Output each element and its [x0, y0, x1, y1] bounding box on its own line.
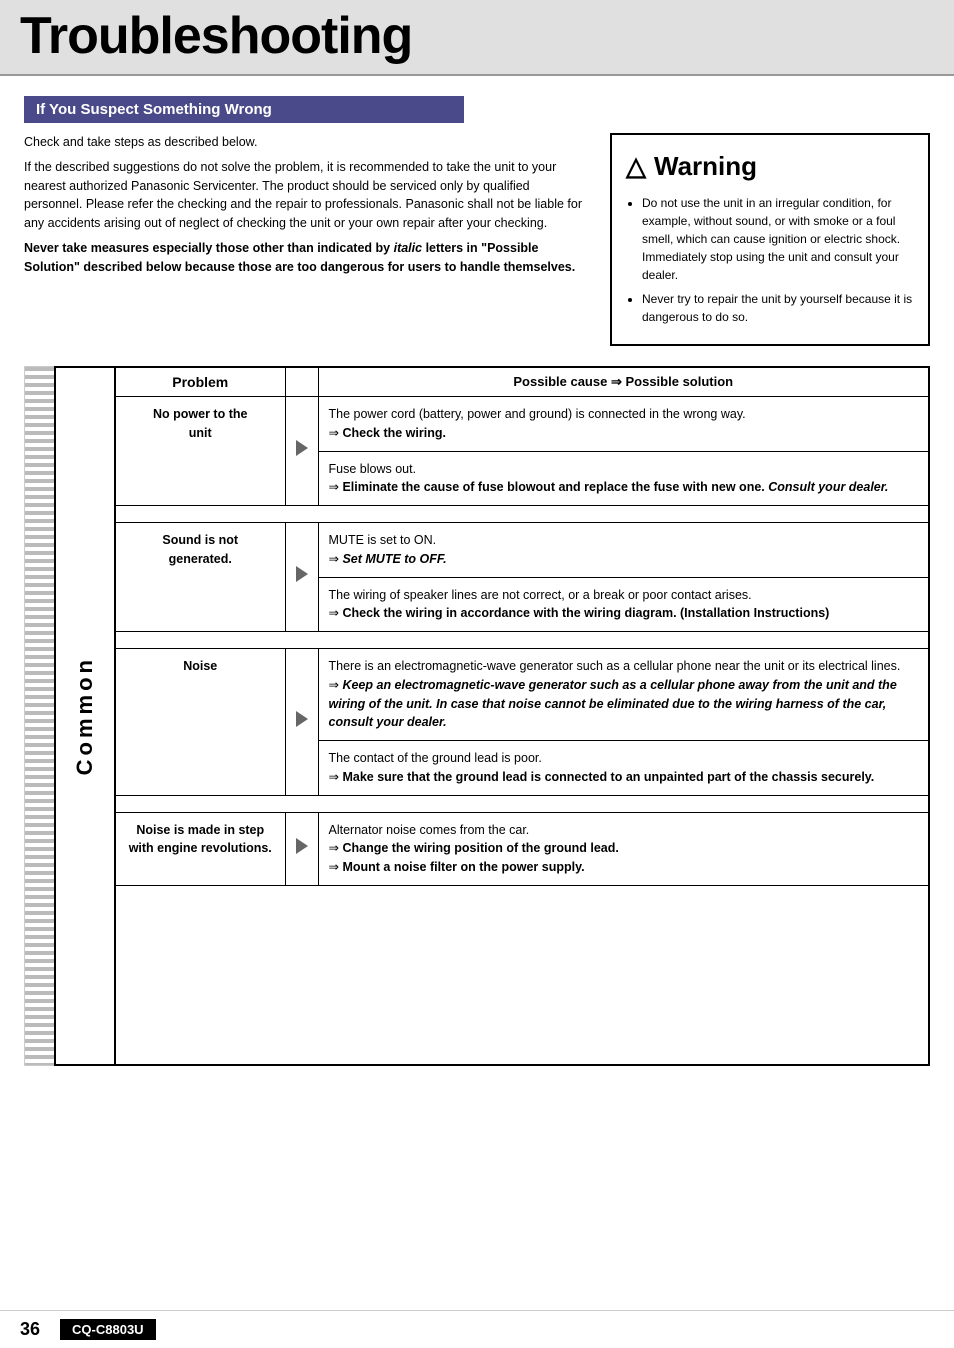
- model-badge: CQ-C8803U: [60, 1319, 156, 1340]
- warning-box: △ Warning Do not use the unit in an irre…: [610, 133, 930, 346]
- th-spacer: [285, 367, 318, 397]
- solution-line2: ⇒ Mount a noise filter on the power supp…: [329, 858, 919, 877]
- page-header: Troubleshooting: [0, 0, 954, 76]
- solution-text: ⇒ Eliminate the cause of fuse blowout an…: [329, 478, 919, 497]
- spacer-cell: [115, 632, 929, 649]
- cause-text: The contact of the ground lead is poor.: [329, 749, 919, 768]
- solution-no-sound-1: MUTE is set to ON. ⇒ Set MUTE to OFF.: [318, 523, 929, 578]
- arrow-no-power: [285, 397, 318, 506]
- table-row: Sound is notgenerated. MUTE is set to ON…: [115, 523, 929, 578]
- spacer-row: [115, 506, 929, 523]
- bottom-spacer: [115, 885, 929, 1065]
- solution-engine-noise: Alternator noise comes from the car. ⇒ C…: [318, 812, 929, 885]
- th-solution-label: Possible solution: [625, 374, 733, 389]
- spacer-row: [115, 632, 929, 649]
- arrow-icon: [296, 566, 308, 582]
- th-solution: Possible cause ⇒ Possible solution: [318, 367, 929, 397]
- warning-list: Do not use the unit in an irregular cond…: [626, 194, 914, 326]
- warning-item-2: Never try to repair the unit by yourself…: [642, 290, 914, 326]
- solution-no-power-2: Fuse blows out. ⇒ Eliminate the cause of…: [318, 451, 929, 506]
- table-row: Noise is made in step with engine revolu…: [115, 812, 929, 885]
- solution-noise-1: There is an electromagnetic-wave generat…: [318, 649, 929, 741]
- solution-text: ⇒ Check the wiring in accordance with th…: [329, 604, 919, 623]
- intro-bold-warning: Never take measures especially those oth…: [24, 239, 590, 277]
- spacer-row: [115, 795, 929, 812]
- section-heading: If You Suspect Something Wrong: [24, 96, 464, 123]
- problem-noise: Noise: [115, 649, 285, 796]
- common-label: Common: [72, 656, 98, 775]
- cause-text: Alternator noise comes from the car.: [329, 821, 919, 840]
- spacer-cell: [115, 506, 929, 523]
- intro-text: Check and take steps as described below.…: [24, 133, 590, 346]
- solution-text: ⇒ Check the wiring.: [329, 424, 919, 443]
- main-content: If You Suspect Something Wrong Check and…: [0, 76, 954, 1086]
- th-arrow: ⇒: [611, 374, 626, 389]
- solution-text: ⇒ Make sure that the ground lead is conn…: [329, 768, 919, 787]
- arrow-noise: [285, 649, 318, 796]
- warning-icon: △: [626, 147, 646, 186]
- cause-text: Fuse blows out.: [329, 460, 919, 479]
- intro-line1: Check and take steps as described below.: [24, 133, 590, 152]
- trouble-table: Problem Possible cause ⇒ Possible soluti…: [114, 366, 930, 1066]
- page-footer: 36 CQ-C8803U: [0, 1310, 954, 1348]
- solution-no-power-1: The power cord (battery, power and groun…: [318, 397, 929, 452]
- th-problem: Problem: [115, 367, 285, 397]
- solution-no-sound-2: The wiring of speaker lines are not corr…: [318, 577, 929, 632]
- intro-line2: If the described suggestions do not solv…: [24, 158, 590, 233]
- arrow-icon: [296, 440, 308, 456]
- page-title: Troubleshooting: [20, 10, 934, 62]
- problem-no-sound: Sound is notgenerated.: [115, 523, 285, 632]
- arrow-icon: [296, 838, 308, 854]
- solution-noise-2: The contact of the ground lead is poor. …: [318, 741, 929, 796]
- arrow-engine-noise: [285, 812, 318, 885]
- th-cause: Possible cause: [513, 374, 607, 389]
- problem-no-power: No power to theunit: [115, 397, 285, 506]
- cause-text: The power cord (battery, power and groun…: [329, 405, 919, 424]
- stripe-bar: [24, 366, 54, 1066]
- spacer-row-bottom: [115, 885, 929, 1065]
- warning-item-1: Do not use the unit in an irregular cond…: [642, 194, 914, 284]
- solution-line1: ⇒ Change the wiring position of the grou…: [329, 839, 919, 858]
- warning-title: △ Warning: [626, 147, 914, 186]
- table-wrapper: Common Problem Possible cause ⇒ Possible…: [24, 366, 930, 1066]
- table-row: Noise There is an electromagnetic-wave g…: [115, 649, 929, 741]
- spacer-cell: [115, 795, 929, 812]
- problem-engine-noise: Noise is made in step with engine revolu…: [115, 812, 285, 885]
- cause-text: The wiring of speaker lines are not corr…: [329, 586, 919, 605]
- arrow-icon: [296, 711, 308, 727]
- cause-text: There is an electromagnetic-wave generat…: [329, 657, 919, 676]
- intro-area: Check and take steps as described below.…: [24, 133, 930, 346]
- cause-text: MUTE is set to ON.: [329, 531, 919, 550]
- solution-text: ⇒ Keep an electromagnetic-wave generator…: [329, 676, 919, 732]
- page-number: 36: [20, 1319, 40, 1340]
- solution-text: ⇒ Set MUTE to OFF.: [329, 550, 919, 569]
- arrow-no-sound: [285, 523, 318, 632]
- common-label-wrapper: Common: [54, 366, 114, 1066]
- table-row: No power to theunit The power cord (batt…: [115, 397, 929, 452]
- warning-label: Warning: [654, 147, 757, 186]
